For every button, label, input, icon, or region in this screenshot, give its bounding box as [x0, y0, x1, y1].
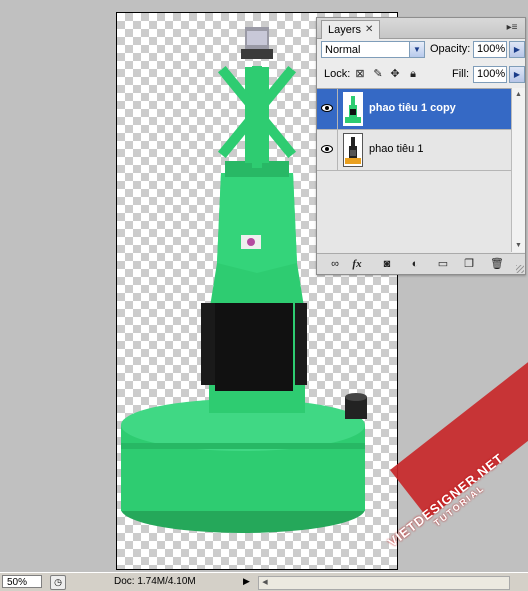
status-menu-arrow-icon[interactable]: ▶	[243, 576, 250, 587]
tab-layers[interactable]: Layers ✕	[321, 20, 381, 39]
zoom-field[interactable]: 50%	[2, 575, 42, 588]
trash-icon[interactable]: 🗑︎	[489, 257, 505, 271]
fill-input[interactable]: 100%	[473, 66, 507, 83]
layer-thumbnail	[343, 133, 363, 167]
visibility-eye-icon[interactable]	[321, 144, 333, 154]
lock-image-icon[interactable]: ✎	[372, 68, 384, 80]
new-layer-icon[interactable]: ❐	[461, 257, 477, 271]
mask-icon[interactable]: ◙	[379, 257, 395, 271]
blend-mode-select[interactable]: Normal ▼	[321, 41, 425, 58]
visibility-eye-icon[interactable]	[321, 103, 333, 113]
opacity-input[interactable]: 100%	[473, 41, 507, 58]
layers-list: phao tiêu 1 copy phao tiêu 1	[317, 88, 511, 253]
adjustment-icon[interactable]: ◐	[407, 257, 423, 271]
status-info-icon[interactable]: ◷	[50, 575, 66, 590]
blend-mode-value: Normal	[325, 44, 361, 56]
opacity-label: Opacity:	[430, 43, 471, 55]
doc-info: Doc: 1.74M/4.10M	[114, 576, 196, 587]
layer-divider	[337, 130, 338, 170]
layer-name: phao tiêu 1 copy	[369, 102, 456, 114]
opacity-slider-arrow-icon[interactable]: ▶	[509, 41, 525, 58]
layer-row[interactable]: phao tiêu 1	[317, 130, 511, 171]
lock-transparent-icon[interactable]: ⊠	[354, 68, 366, 80]
lock-position-icon[interactable]: ✥	[389, 68, 401, 80]
layers-footer: ∞ fx ◙ ◐ ▭ ❐ 🗑︎	[317, 253, 525, 274]
layer-name: phao tiêu 1	[369, 143, 424, 155]
panel-menu-icon[interactable]: ▸≡	[505, 22, 519, 34]
resize-grip[interactable]	[516, 265, 524, 273]
layer-divider	[337, 89, 338, 129]
fill-slider-arrow-icon[interactable]: ▶	[509, 66, 525, 83]
fx-icon[interactable]: fx	[349, 257, 365, 271]
status-bar: 50% ◷ Doc: 1.74M/4.10M ▶ ◀	[0, 572, 528, 591]
layers-panel: Layers ✕ ▸≡ Normal ▼ Opacity: 100% ▶ Loc…	[316, 17, 526, 275]
lock-all-icon[interactable]: 🔒︎	[407, 68, 419, 80]
fill-label: Fill:	[452, 68, 470, 80]
folder-icon[interactable]: ▭	[435, 257, 451, 271]
lock-label: Lock:	[324, 68, 351, 80]
layer-thumbnail	[343, 92, 363, 126]
scroll-up-icon[interactable]: ▲	[513, 89, 524, 100]
tab-layers-label: Layers	[328, 24, 362, 36]
scroll-down-icon[interactable]: ▼	[513, 240, 524, 251]
panel-tabbar: Layers ✕ ▸≡	[317, 18, 525, 39]
layers-scrollbar[interactable]: ▲ ▼	[511, 88, 525, 252]
chevron-down-icon[interactable]: ▼	[409, 42, 424, 57]
scroll-left-icon[interactable]: ◀	[259, 577, 271, 589]
link-icon[interactable]: ∞	[327, 257, 343, 271]
horizontal-scrollbar[interactable]: ◀	[258, 576, 510, 590]
layer-row[interactable]: phao tiêu 1 copy	[317, 89, 511, 130]
close-icon[interactable]: ✕	[365, 21, 373, 39]
